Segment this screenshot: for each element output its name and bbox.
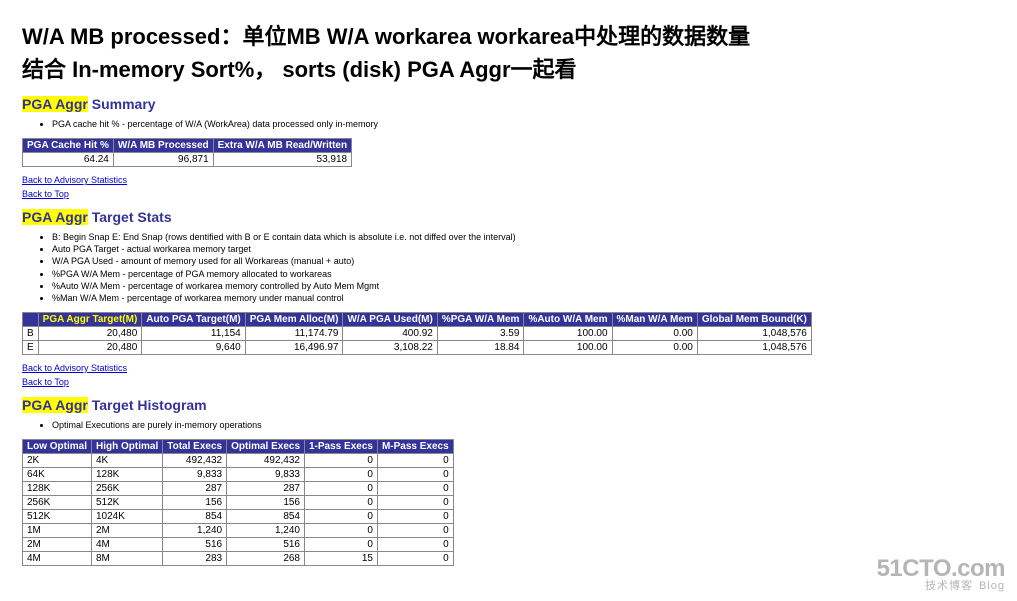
- note-item: B: Begin Snap E: End Snap (rows dentifie…: [52, 231, 995, 243]
- note-item: %PGA W/A Mem - percentage of PGA memory …: [52, 268, 995, 280]
- back-advisory-link[interactable]: Back to Advisory Statistics: [22, 175, 127, 185]
- section-histogram-title: PGA Aggr Target Histogram: [22, 397, 995, 413]
- table-row: 2K4K492,432492,43200: [23, 454, 454, 468]
- highlight: PGA Aggr: [22, 397, 88, 413]
- section-label: Summary: [88, 96, 156, 112]
- section-label: Target Stats: [88, 209, 172, 225]
- col-header: %Auto W/A Mem: [524, 312, 612, 326]
- back-advisory-link[interactable]: Back to Advisory Statistics: [22, 363, 127, 373]
- note-item: %Auto W/A Mem - percentage of workarea m…: [52, 280, 995, 292]
- summary-notes: PGA cache hit % - percentage of W/A (Wor…: [22, 118, 995, 130]
- highlight: PGA Aggr: [22, 96, 88, 112]
- col-header: Extra W/A MB Read/Written: [213, 139, 351, 153]
- section-summary-title: PGA Aggr Summary: [22, 96, 995, 112]
- note-item: Auto PGA Target - actual workarea memory…: [52, 243, 995, 255]
- col-header: 1-Pass Execs: [305, 440, 378, 454]
- col-header: PGA Aggr Target(M): [38, 312, 142, 326]
- targetstats-notes: B: Begin Snap E: End Snap (rows dentifie…: [22, 231, 995, 304]
- highlight: PGA Aggr: [22, 209, 88, 225]
- watermark-line2: 技术博客Blog: [877, 581, 1005, 593]
- table-row: E20,4809,64016,496.973,108.2218.84100.00…: [23, 340, 812, 354]
- targetstats-table: PGA Aggr Target(M)Auto PGA Target(M)PGA …: [22, 312, 812, 355]
- col-header: High Optimal: [92, 440, 163, 454]
- histogram-table: Low OptimalHigh OptimalTotal ExecsOptima…: [22, 439, 454, 566]
- watermark: 51CTO.com 技术博客Blog: [877, 556, 1005, 593]
- histogram-notes: Optimal Executions are purely in-memory …: [22, 419, 995, 431]
- col-header: Low Optimal: [23, 440, 92, 454]
- col-header: Global Mem Bound(K): [697, 312, 811, 326]
- note-item: W/A PGA Used - amount of memory used for…: [52, 255, 995, 267]
- table-row: 64K128K9,8339,83300: [23, 468, 454, 482]
- table-row: 128K256K28728700: [23, 482, 454, 496]
- table-row: 512K1024K85485400: [23, 510, 454, 524]
- note-item: PGA cache hit % - percentage of W/A (Wor…: [52, 118, 995, 130]
- table-row: 256K512K15615600: [23, 496, 454, 510]
- summary-table: PGA Cache Hit %W/A MB ProcessedExtra W/A…: [22, 138, 352, 167]
- col-header: W/A PGA Used(M): [343, 312, 437, 326]
- title-line-1: W/A MB processed：单位MB W/A workarea worka…: [22, 20, 995, 53]
- col-header: W/A MB Processed: [113, 139, 213, 153]
- section-targetstats-title: PGA Aggr Target Stats: [22, 209, 995, 225]
- col-header: [23, 312, 39, 326]
- title-line-2: 结合 In-memory Sort%， sorts (disk) PGA Agg…: [22, 53, 995, 86]
- section-label: Target Histogram: [88, 397, 207, 413]
- col-header: Optimal Execs: [227, 440, 305, 454]
- watermark-line1: 51CTO.com: [877, 556, 1005, 581]
- table-row: B20,48011,15411,174.79400.923.59100.000.…: [23, 326, 812, 340]
- col-header: M-Pass Execs: [377, 440, 453, 454]
- table-row: 4M8M283268150: [23, 552, 454, 566]
- back-top-link[interactable]: Back to Top: [22, 377, 69, 387]
- col-header: PGA Mem Alloc(M): [245, 312, 343, 326]
- table-row: 2M4M51651600: [23, 538, 454, 552]
- col-header: %PGA W/A Mem: [437, 312, 524, 326]
- table-row: 64.2496,87153,918: [23, 153, 352, 167]
- note-item: Optimal Executions are purely in-memory …: [52, 419, 995, 431]
- col-header: Total Execs: [163, 440, 227, 454]
- table-row: 1M2M1,2401,24000: [23, 524, 454, 538]
- page-title: W/A MB processed：单位MB W/A workarea worka…: [22, 20, 995, 86]
- col-header: Auto PGA Target(M): [142, 312, 245, 326]
- col-header: PGA Cache Hit %: [23, 139, 114, 153]
- note-item: %Man W/A Mem - percentage of workarea me…: [52, 292, 995, 304]
- col-header: %Man W/A Mem: [612, 312, 697, 326]
- back-top-link[interactable]: Back to Top: [22, 189, 69, 199]
